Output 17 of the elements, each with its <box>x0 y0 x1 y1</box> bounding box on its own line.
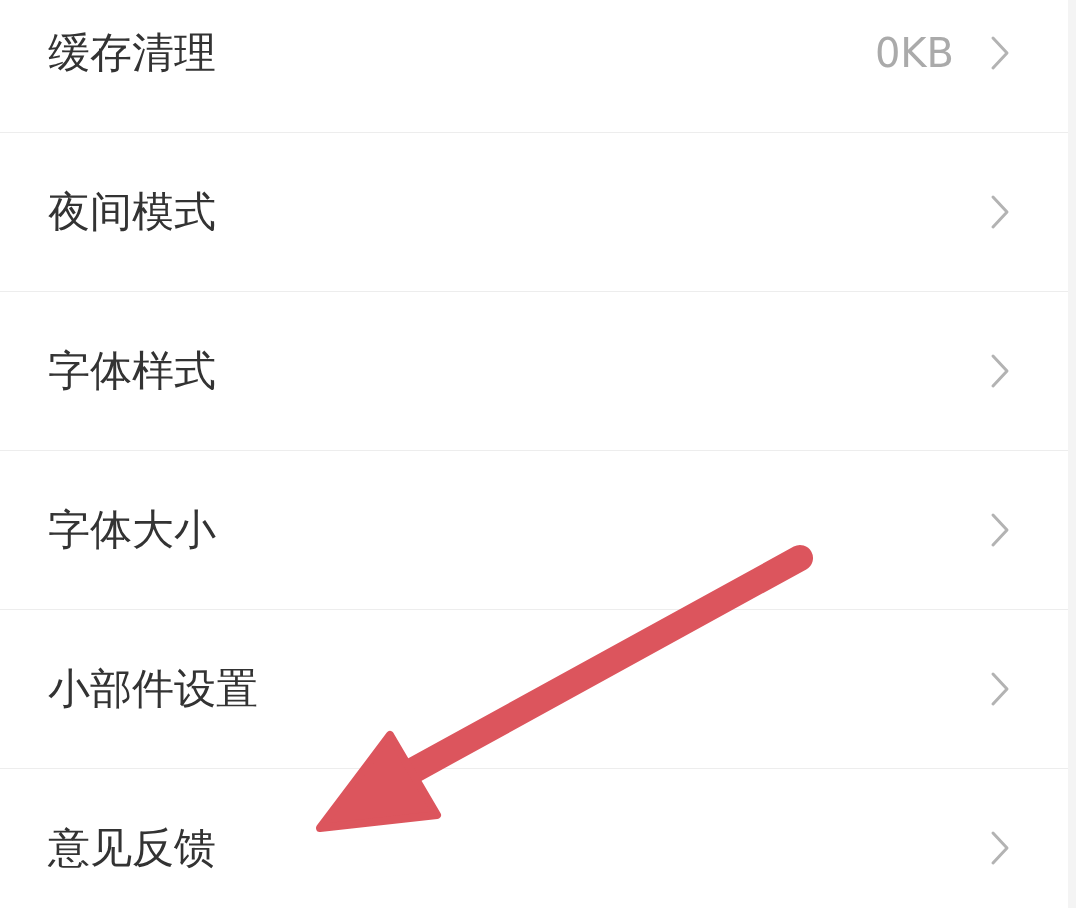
item-label: 意见反馈 <box>48 822 216 874</box>
chevron-icon <box>990 194 1010 230</box>
chevron-icon <box>990 512 1010 548</box>
item-label: 字体样式 <box>48 345 216 397</box>
item-label: 小部件设置 <box>48 663 258 715</box>
settings-item[interactable]: 字体大小 <box>0 451 1068 610</box>
settings-item[interactable]: 字体样式 <box>0 292 1068 451</box>
chevron-icon <box>990 671 1010 707</box>
chevron-icon <box>990 35 1010 71</box>
chevron-icon <box>990 353 1010 389</box>
settings-item[interactable]: 缓存清理 0KB <box>0 0 1068 133</box>
item-label: 缓存清理 <box>48 27 216 79</box>
settings-item[interactable]: 夜间模式 <box>0 133 1068 292</box>
item-value: 0KB <box>874 30 954 76</box>
item-label: 字体大小 <box>48 504 216 556</box>
chevron-icon <box>990 830 1010 866</box>
item-label: 夜间模式 <box>48 186 216 238</box>
